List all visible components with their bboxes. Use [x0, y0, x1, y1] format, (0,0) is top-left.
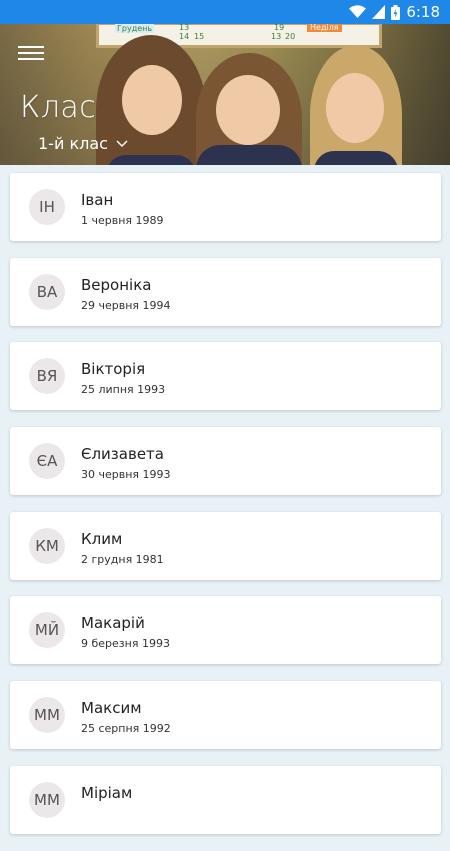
class-selector-label: 1-й клас: [38, 134, 108, 153]
avatar: ВЯ: [29, 358, 65, 395]
student-name: Вероніка: [81, 275, 152, 294]
chevron-down-icon: [116, 140, 128, 147]
student-date: 25 серпня 1992: [81, 722, 171, 736]
student-card[interactable]: ЄА Єлизавета 30 червня 1993: [10, 427, 441, 496]
photo-boy-center: [196, 53, 302, 165]
board-num: 13: [179, 24, 190, 32]
student-name: Вікторія: [81, 360, 146, 379]
board-num: 20: [285, 32, 296, 41]
hamburger-icon: [18, 46, 44, 48]
photo-girl-right: [310, 45, 402, 165]
status-bar: 6:18: [0, 0, 450, 24]
signal-icon: [372, 5, 386, 19]
student-date: 2 грудня 1981: [81, 552, 164, 566]
board-day: Неділя: [307, 24, 342, 32]
student-card[interactable]: ВЯ Вікторія 25 липня 1993: [10, 342, 441, 411]
avatar: МЙ: [29, 612, 65, 649]
student-date: 1 червня 1989: [81, 214, 164, 227]
header-banner: Грудень 13 14 15 19 13 20 Неділя Клас 1-…: [0, 24, 450, 165]
student-name: Міріам: [81, 783, 133, 802]
board-num: 13: [271, 32, 282, 41]
page-title: Клас: [20, 90, 97, 125]
student-date: 30 червня 1993: [81, 468, 171, 482]
student-date: 9 березня 1993: [81, 637, 170, 651]
student-card[interactable]: МЙ Макарій 9 березня 1993: [10, 596, 441, 665]
class-selector[interactable]: 1-й клас: [38, 134, 128, 153]
avatar: ІН: [29, 189, 65, 225]
avatar: ВА: [29, 273, 65, 310]
student-card[interactable]: КМ Клим 2 грудня 1981: [10, 511, 441, 580]
student-list: ІН Іван 1 червня 1989 ВА Вероніка 29 чер…: [10, 173, 441, 851]
board-num: 14: [179, 32, 190, 41]
student-name: Іван: [81, 191, 114, 209]
student-name: Макарій: [81, 614, 145, 633]
avatar: ЄА: [29, 443, 65, 480]
board-num: 19: [274, 24, 285, 32]
student-name: Клим: [81, 529, 123, 548]
hamburger-icon: [18, 52, 44, 54]
avatar: ММ: [29, 697, 65, 734]
student-card[interactable]: ІН Іван 1 червня 1989: [10, 173, 441, 241]
battery-icon: [391, 4, 401, 20]
board-num: 15: [194, 32, 205, 41]
menu-button[interactable]: [18, 42, 44, 64]
student-card[interactable]: ВА Вероніка 29 червня 1994: [10, 257, 441, 326]
hamburger-icon: [18, 58, 44, 60]
student-date: 29 червня 1994: [81, 298, 171, 312]
status-time: 6:18: [406, 3, 440, 21]
student-name: Максим: [81, 699, 142, 718]
wifi-icon: [349, 5, 367, 19]
student-date: 25 липня 1993: [81, 383, 166, 397]
avatar: КМ: [29, 527, 65, 564]
board-month: Грудень: [115, 24, 155, 33]
student-name: Єлизавета: [81, 445, 164, 464]
student-card[interactable]: ММ Максим 25 серпня 1992: [10, 681, 441, 750]
